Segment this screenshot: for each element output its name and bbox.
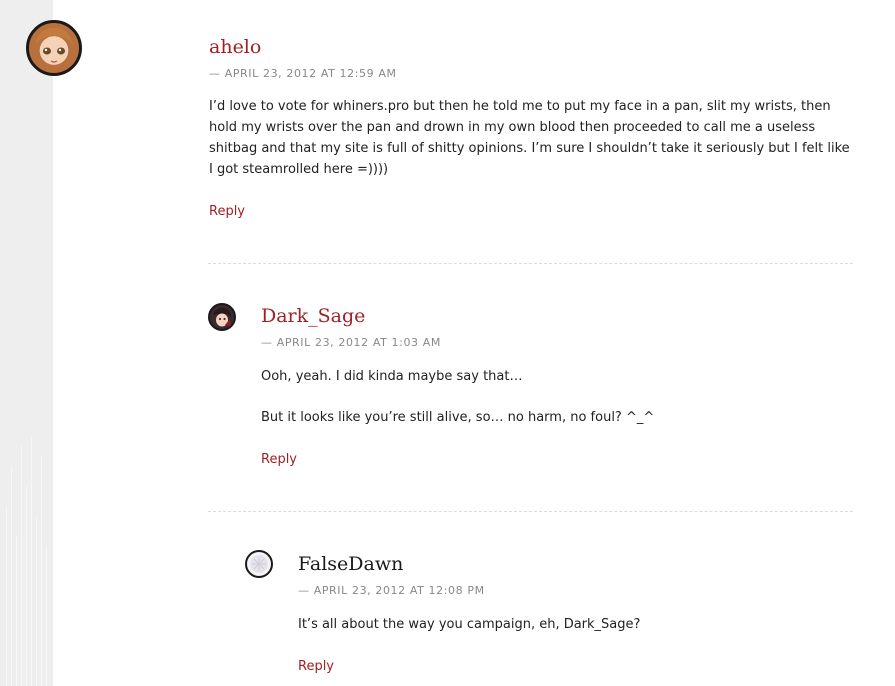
comment-author[interactable]: Dark_Sage [261, 305, 365, 327]
avatar[interactable] [245, 550, 273, 578]
avatar[interactable] [26, 20, 82, 76]
comment-paragraph: It’s all about the way you campaign, eh,… [298, 617, 641, 632]
comment-paragraph: I’d love to vote for whiners.pro but the… [209, 99, 850, 177]
anime-avatar-icon [35, 27, 73, 63]
left-sidebar-stripe [0, 0, 53, 686]
anime-avatar-icon [213, 307, 231, 327]
comment-date[interactable]: — April 23, 2012 at 12:59 am [209, 67, 397, 80]
comment-body: It’s all about the way you campaign, eh,… [298, 614, 853, 655]
comment-divider [208, 511, 853, 512]
reply-link[interactable]: Reply [261, 452, 297, 467]
comment-date[interactable]: — April 23, 2012 at 1:03 am [261, 336, 441, 349]
comment-date[interactable]: — April 23, 2012 at 12:08 pm [298, 584, 485, 597]
sidebar-decoration [0, 426, 53, 686]
comment-body: I’d love to vote for whiners.pro but the… [209, 96, 857, 200]
comment-author[interactable]: ahelo [209, 36, 261, 58]
comment-divider [208, 263, 853, 264]
comment-paragraph: Ooh, yeah. I did kinda maybe say that… [261, 369, 523, 384]
reply-link[interactable]: Reply [209, 204, 245, 219]
default-avatar-icon [250, 555, 268, 573]
comment-body: Ooh, yeah. I did kinda maybe say that… B… [261, 366, 851, 448]
avatar[interactable] [208, 303, 236, 331]
reply-link[interactable]: Reply [298, 659, 334, 674]
comment-author: FalseDawn [298, 553, 404, 575]
comment-paragraph: But it looks like you’re still alive, so… [261, 410, 655, 425]
